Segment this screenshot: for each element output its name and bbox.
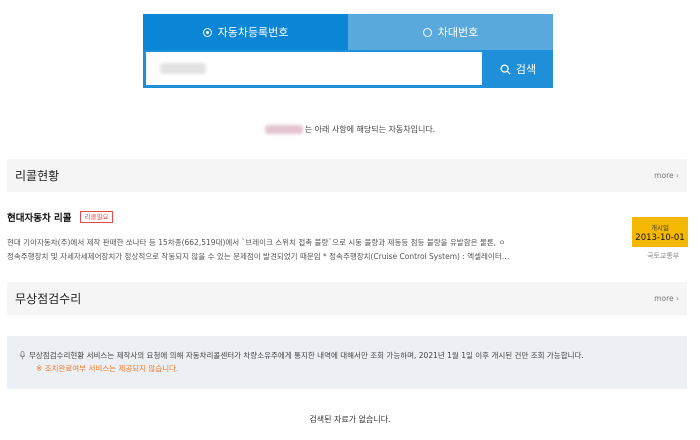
search-icon xyxy=(500,63,511,75)
section-title-free-inspection: 무상점검수리 xyxy=(15,292,82,306)
recall-desc-line: 현대 기아자동차(주)에서 제작 판매한 쏘나타 등 15차종(662,519대… xyxy=(7,238,506,247)
radio-unselected-icon xyxy=(422,27,432,37)
tab-vin[interactable]: 차대번호 xyxy=(348,14,553,50)
start-date-label: 개시일 xyxy=(651,223,669,232)
tab-label: 차대번호 xyxy=(437,26,479,39)
microphone-icon xyxy=(19,351,26,360)
tab-registration-number[interactable]: 자동차등록번호 xyxy=(143,14,348,50)
section-title-recall: 리콜현황 xyxy=(15,169,60,183)
start-date-value: 2013-10-01 xyxy=(635,232,685,243)
search-button[interactable]: 검색 xyxy=(483,50,553,88)
recall-description: 현대 기아자동차(주)에서 제작 판매한 쏘나타 등 15차종(662,519대… xyxy=(7,236,597,264)
start-date-badge: 개시일 2013-10-01 xyxy=(632,217,688,247)
blurred-input-value xyxy=(160,63,206,74)
tab-label: 자동차등록번호 xyxy=(217,26,289,39)
recall-section-header: 리콜현황 more › xyxy=(7,159,687,192)
notice-box: 무상점검수리현황 서비스는 제작사의 요청에 의해 자동차리콜센터가 차량소유주… xyxy=(7,336,687,389)
result-message: 는 아래 사항에 해당되는 자동차입니다. xyxy=(0,124,700,135)
recall-more-link[interactable]: more › xyxy=(654,171,679,180)
free-inspection-section-header: 무상점검수리 more › xyxy=(7,282,687,315)
recall-status-badge: 리콜필요 xyxy=(79,211,114,223)
blurred-plate-number xyxy=(264,125,303,134)
notice-warning: ※ 조치완료여부 서비스는 제공되지 않습니다. xyxy=(36,364,179,373)
recall-title: 현대자동차 리콜 xyxy=(7,213,72,224)
result-text: 는 아래 사항에 해당되는 자동차입니다. xyxy=(304,125,436,134)
radio-selected-icon xyxy=(202,27,212,37)
empty-result-message: 검색된 자료가 없습니다. xyxy=(309,415,391,424)
recall-item[interactable]: 현대자동차 리콜 리콜필요 현대 기아자동차(주)에서 제작 판매한 쏘나타 등… xyxy=(7,210,688,270)
search-button-label: 검색 xyxy=(515,63,537,76)
notice-line: 무상점검수리현황 서비스는 제작사의 요청에 의해 자동차리콜센터가 차량소유주… xyxy=(19,349,687,362)
free-inspection-more-link[interactable]: more › xyxy=(654,294,679,303)
recall-desc-line: 정속주행장치 및 자세자세제어장치가 정상적으로 작동되지 않을 수 있는 문제… xyxy=(7,252,510,261)
search-input[interactable] xyxy=(146,52,482,85)
search-tabs: 자동차등록번호 차대번호 xyxy=(143,14,553,50)
search-widget: 자동차등록번호 차대번호 검색 xyxy=(143,14,553,88)
search-row: 검색 xyxy=(143,50,553,88)
agency-name: 국토교통부 xyxy=(647,252,680,260)
